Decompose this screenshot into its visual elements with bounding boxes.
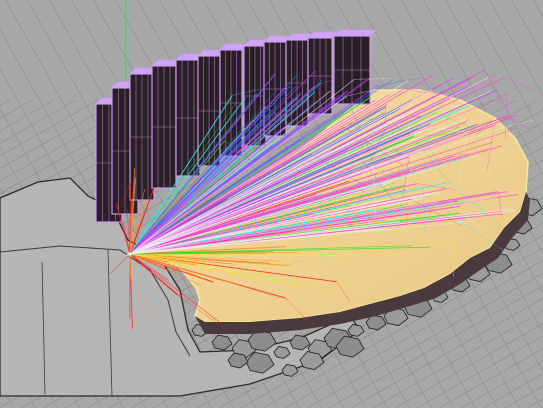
ray-source-point[interactable] [128, 252, 132, 256]
ray-reflection [502, 119, 536, 128]
stage-tower [333, 29, 377, 105]
ray-line [129, 253, 132, 278]
acoustic-ray-scene [0, 0, 543, 408]
rubble-facet [211, 334, 233, 351]
3d-viewport[interactable] [0, 0, 543, 408]
grid-line [528, 100, 543, 408]
ray-reflection [503, 77, 536, 91]
ray-reflection [508, 115, 536, 134]
